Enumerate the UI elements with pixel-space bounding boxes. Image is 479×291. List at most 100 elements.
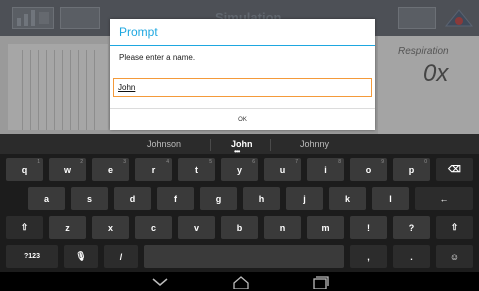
key-label: q [21, 164, 28, 175]
key-hint: 1 [37, 159, 40, 165]
key-h[interactable]: h [243, 187, 280, 210]
suggestion-divider [270, 139, 271, 151]
key-label: ← [439, 193, 449, 204]
key-label: e [107, 164, 113, 175]
dialog-title: Prompt [119, 25, 158, 39]
key-t[interactable]: t5 [178, 158, 215, 181]
key-o[interactable]: o9 [350, 158, 387, 181]
key-v[interactable]: v [178, 216, 215, 239]
key-i[interactable]: i8 [307, 158, 344, 181]
key-label: y [236, 164, 242, 175]
key-label: . [410, 251, 413, 262]
recents-icon[interactable] [310, 275, 330, 290]
key-label: s [86, 193, 92, 204]
key-,[interactable]: , [350, 245, 387, 268]
key-label: f [174, 193, 177, 204]
navigation-bar [0, 272, 479, 291]
back-icon[interactable] [150, 275, 170, 289]
logo-icon [444, 8, 474, 33]
key-b[interactable]: b [221, 216, 258, 239]
key-label: o [365, 164, 372, 175]
key-n[interactable]: n [264, 216, 301, 239]
suggestion-johnson[interactable]: Johnson [147, 139, 181, 149]
key-hint: 2 [80, 159, 83, 165]
emoji-key[interactable]: ☺ [436, 245, 473, 268]
key-hint: 3 [123, 159, 126, 165]
key-j[interactable]: j [286, 187, 323, 210]
symbols-key[interactable]: ?123 [6, 245, 58, 268]
key-label: ? [408, 222, 415, 233]
key-![interactable]: ! [350, 216, 387, 239]
key-k[interactable]: k [329, 187, 366, 210]
key-label: r [151, 164, 156, 175]
key-label: 🎙 [75, 251, 87, 261]
key-label: u [279, 164, 286, 175]
key-g[interactable]: g [200, 187, 237, 210]
key-p[interactable]: p0 [393, 158, 430, 181]
key-label: ⇧ [20, 222, 29, 232]
home-icon[interactable] [231, 275, 251, 290]
key-c[interactable]: c [135, 216, 172, 239]
key-label: x [107, 222, 113, 233]
key-hint: 8 [338, 159, 341, 165]
key-label: m [321, 222, 330, 233]
more-suggestions-icon[interactable]: ••• [234, 147, 240, 156]
key-label: , [367, 251, 370, 262]
suggestion-strip: Johnson John ••• Johnny [0, 134, 479, 156]
key-label: ! [367, 222, 370, 233]
key-r[interactable]: r4 [135, 158, 172, 181]
shift-key-right[interactable]: ⇧ [436, 216, 473, 239]
key-s[interactable]: s [71, 187, 108, 210]
microphone-key[interactable]: 🎙 [64, 245, 98, 268]
key-.[interactable]: . [393, 245, 430, 268]
key-label: w [63, 164, 71, 175]
monitor-icon[interactable] [60, 7, 100, 29]
key-label: a [43, 193, 49, 204]
key-label: / [119, 251, 123, 262]
key-l[interactable]: l [372, 187, 409, 210]
space-key[interactable] [144, 245, 344, 268]
key-hint: 5 [209, 159, 212, 165]
key-label: d [129, 193, 136, 204]
key-label: l [389, 193, 392, 204]
key-hint: 7 [295, 159, 298, 165]
suggestion-divider [210, 139, 211, 151]
key-d[interactable]: d [114, 187, 151, 210]
backspace-key[interactable]: ⌫ [436, 158, 473, 181]
ok-button[interactable]: OK [110, 109, 375, 130]
key-w[interactable]: w2 [49, 158, 86, 181]
waveform-graph [8, 44, 108, 130]
dialog-message: Please enter a name. [119, 53, 196, 62]
suggestion-johnny[interactable]: Johnny [300, 139, 329, 149]
soft-keyboard: Johnson John ••• Johnny q1w2e3r4t5y6u7i8… [0, 134, 479, 272]
key-hint: 4 [166, 159, 169, 165]
key-hint: 6 [252, 159, 255, 165]
shift-key[interactable]: ⇧ [6, 216, 43, 239]
key-label: p [408, 164, 415, 175]
key-z[interactable]: z [49, 216, 86, 239]
key-label: ☺ [449, 251, 460, 262]
key-label: j [303, 193, 306, 204]
key-f[interactable]: f [157, 187, 194, 210]
name-input[interactable] [113, 78, 372, 97]
signal-bars-icon[interactable] [12, 7, 54, 29]
key-?[interactable]: ? [393, 216, 430, 239]
key-a[interactable]: a [28, 187, 65, 210]
key-label: ⌫ [448, 164, 461, 174]
key-m[interactable]: m [307, 216, 344, 239]
battery-icon[interactable] [398, 7, 436, 29]
key-label: ?123 [24, 253, 40, 260]
key-u[interactable]: u7 [264, 158, 301, 181]
key-label: g [215, 193, 222, 204]
key-x[interactable]: x [92, 216, 129, 239]
key-/[interactable]: / [104, 245, 138, 268]
dialog-divider [110, 45, 375, 46]
key-e[interactable]: e3 [92, 158, 129, 181]
key-label: z [65, 222, 70, 233]
enter-key[interactable]: ← [415, 187, 473, 210]
key-label: h [258, 193, 265, 204]
prompt-dialog: Prompt Please enter a name. OK [110, 19, 375, 130]
key-q[interactable]: q1 [6, 158, 43, 181]
key-y[interactable]: y6 [221, 158, 258, 181]
respiration-value: 0x [423, 60, 449, 87]
